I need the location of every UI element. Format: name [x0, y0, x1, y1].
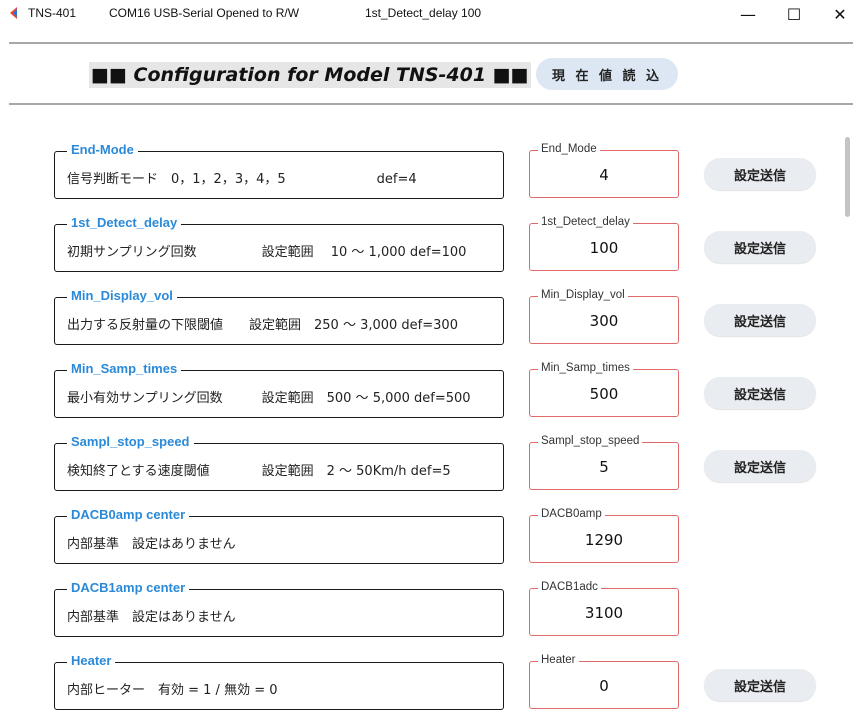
value-field-min-samp-times[interactable]: Min_Samp_times 500	[529, 362, 679, 417]
value-field-dacb0amp[interactable]: DACB0amp 1290	[529, 508, 679, 563]
value-field-min-display-vol[interactable]: Min_Display_vol 300	[529, 289, 679, 344]
param-description: 初期サンプリング回数 設定範囲 10 ～ 1,000 def=100	[67, 245, 467, 260]
param-description: 信号判断モード 0，1，2，3，4，5 def=4	[67, 172, 417, 187]
param-name: DACB1amp center	[67, 580, 190, 595]
value-field-label: Heater	[538, 654, 579, 666]
last-command-status: 1st_Detect_delay 100	[365, 6, 482, 20]
param-name: Min_Display_vol	[67, 288, 177, 303]
param-group-min-display-vol: Min_Display_vol 出力する反射量の下限閾値 設定範囲 250 ～ 3…	[54, 288, 504, 345]
param-name: Sampl_stop_speed	[67, 434, 194, 449]
param-name: End-Mode	[67, 142, 138, 157]
app-name: TNS-401	[28, 6, 77, 20]
value-field-label: DACB1adc	[538, 581, 601, 593]
param-group-heater: Heater 内部ヒーター 有効 = 1 / 無効 = 0	[54, 653, 504, 710]
minimize-button[interactable]: —	[725, 0, 771, 28]
param-group-dacb1adc: DACB1amp center 内部基準 設定はありません	[54, 580, 504, 637]
param-group-dacb0amp: DACB0amp center 内部基準 設定はありません	[54, 507, 504, 564]
value-field-1st-detect-delay[interactable]: 1st_Detect_delay 100	[529, 216, 679, 271]
value-field-input[interactable]: 1290	[530, 531, 678, 549]
param-group-end-mode: End-Mode 信号判断モード 0，1，2，3，4，5 def=4	[54, 142, 504, 199]
value-field-label: DACB0amp	[538, 508, 605, 520]
param-name: Heater	[67, 653, 116, 668]
send-setting-button-end-mode[interactable]: 設定送信	[704, 158, 816, 190]
value-field-label: Min_Samp_times	[538, 362, 633, 374]
param-description: 内部ヒーター 有効 = 1 / 無効 = 0	[67, 683, 278, 698]
send-setting-button-min-display-vol[interactable]: 設定送信	[704, 304, 816, 336]
param-name: 1st_Detect_delay	[67, 215, 182, 230]
param-group-1st-detect-delay: 1st_Detect_delay 初期サンプリング回数 設定範囲 10 ～ 1,0…	[54, 215, 504, 272]
divider	[9, 103, 853, 105]
value-field-label: Sampl_stop_speed	[538, 435, 643, 447]
param-description: 内部基準 設定はありません	[67, 537, 236, 552]
param-description: 検知終了とする速度閾値 設定範囲 2 ～ 50Km/h def=5	[67, 464, 451, 479]
value-field-input[interactable]: 3100	[530, 604, 678, 622]
close-button[interactable]: ✕	[817, 0, 863, 28]
value-field-sampl-stop-speed[interactable]: Sampl_stop_speed 5	[529, 435, 679, 490]
value-field-label: Min_Display_vol	[538, 289, 628, 301]
value-field-input[interactable]: 4	[530, 166, 678, 184]
value-field-dacb1adc[interactable]: DACB1adc 3100	[529, 581, 679, 636]
send-setting-button-sampl-stop-speed[interactable]: 設定送信	[704, 450, 816, 482]
value-field-end-mode[interactable]: End_Mode 4	[529, 143, 679, 198]
scrollbar-thumb[interactable]	[845, 137, 850, 217]
read-current-values-button[interactable]: 現 在 値 読 込	[536, 58, 678, 90]
title-bar: TNS-401 COM16 USB-Serial Opened to R/W 1…	[0, 0, 863, 28]
app-logo-icon	[10, 7, 17, 19]
value-field-input[interactable]: 500	[530, 385, 678, 403]
value-field-input[interactable]: 300	[530, 312, 678, 330]
value-field-label: 1st_Detect_delay	[538, 216, 633, 228]
param-group-min-samp-times: Min_Samp_times 最小有効サンプリング回数 設定範囲 500 ～ 5,…	[54, 361, 504, 418]
param-group-sampl-stop-speed: Sampl_stop_speed 検知終了とする速度閾値 設定範囲 2 ～ 50K…	[54, 434, 504, 491]
value-field-input[interactable]: 100	[530, 239, 678, 257]
send-setting-button-1st-detect-delay[interactable]: 設定送信	[704, 231, 816, 263]
value-field-heater[interactable]: Heater 0	[529, 654, 679, 709]
param-description: 内部基準 設定はありません	[67, 610, 236, 625]
value-field-input[interactable]: 5	[530, 458, 678, 476]
value-field-label: End_Mode	[538, 143, 600, 155]
send-setting-button-min-samp-times[interactable]: 設定送信	[704, 377, 816, 409]
send-setting-button-heater[interactable]: 設定送信	[704, 669, 816, 701]
param-name: Min_Samp_times	[67, 361, 182, 376]
value-field-input[interactable]: 0	[530, 677, 678, 695]
maximize-button[interactable]: ☐	[771, 0, 817, 28]
divider	[9, 42, 853, 44]
param-description: 出力する反射量の下限閾値 設定範囲 250 ～ 3,000 def=300	[67, 318, 458, 333]
port-status: COM16 USB-Serial Opened to R/W	[109, 6, 300, 20]
page-title: ■■ Configuration for Model TNS-401 ■■	[89, 62, 531, 88]
param-description: 最小有効サンプリング回数 設定範囲 500 ～ 5,000 def=500	[67, 391, 471, 406]
param-name: DACB0amp center	[67, 507, 190, 522]
